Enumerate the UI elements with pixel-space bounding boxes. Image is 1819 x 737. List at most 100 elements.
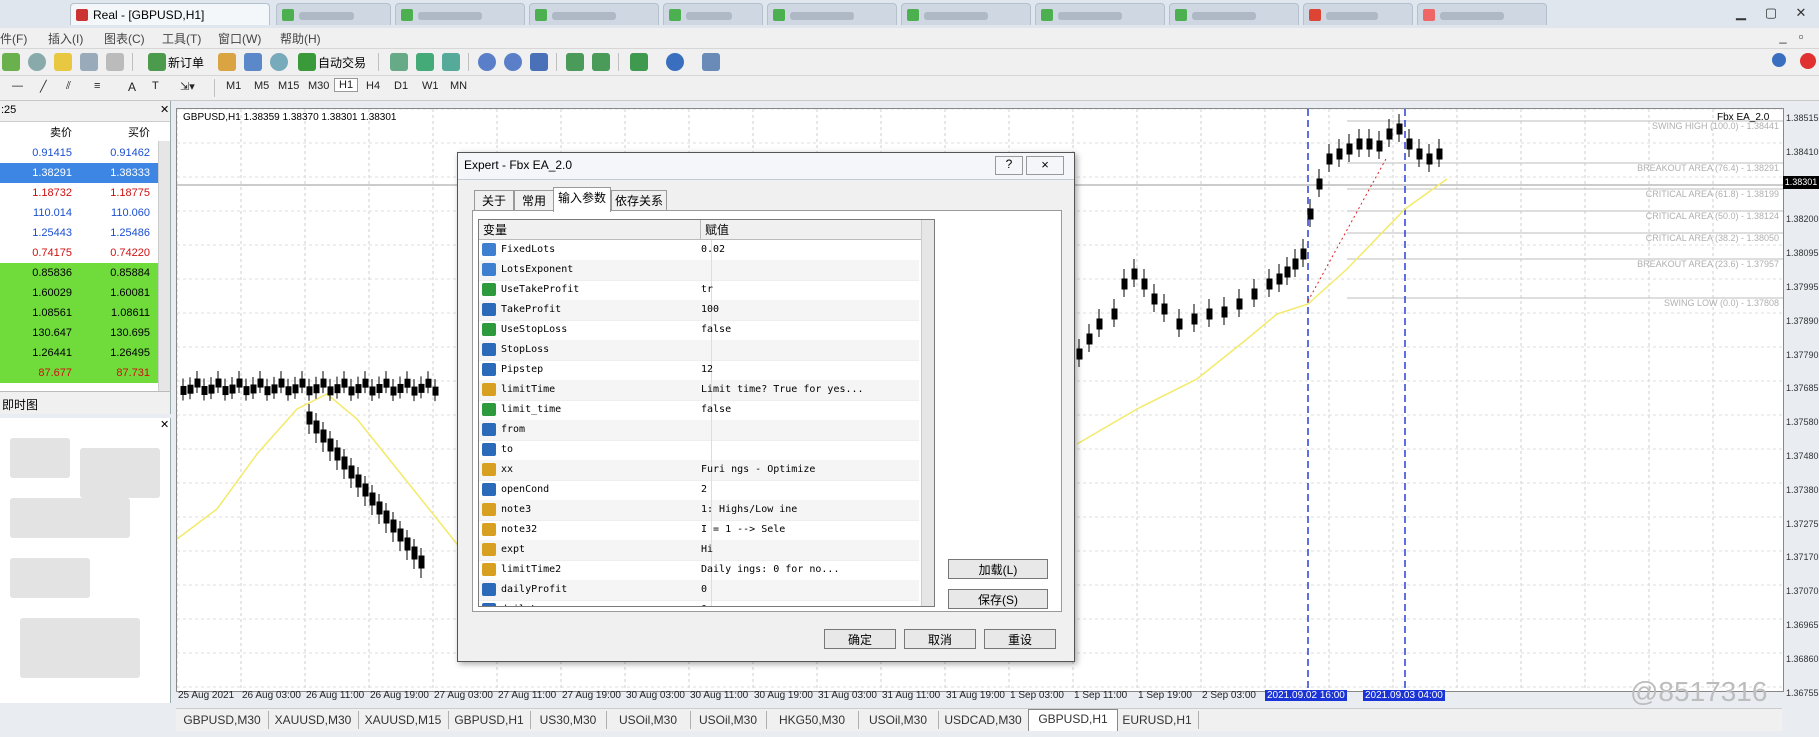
timeframe-h1[interactable]: H1: [334, 78, 359, 92]
parameter-value[interactable]: 100: [701, 300, 911, 320]
chart-tab[interactable]: XAUUSD,M30: [268, 711, 359, 729]
parameter-row[interactable]: UseTakeProfit tr: [479, 280, 919, 301]
chart-tab[interactable]: GBPUSD,H1: [448, 711, 531, 729]
parameter-value[interactable]: 0: [701, 580, 911, 600]
menu-window[interactable]: 窗口(W): [218, 30, 261, 47]
tab-blurred[interactable]: [1169, 3, 1299, 25]
market-watch-scrollbar[interactable]: [158, 141, 170, 391]
timeframe-h4[interactable]: H4: [366, 80, 380, 92]
cancel-button[interactable]: 取消: [904, 629, 976, 649]
parameter-value[interactable]: 1: Highs/Low ine: [701, 500, 911, 520]
market-watch-row[interactable]: 1.38291 1.38333: [0, 163, 158, 183]
search-icon[interactable]: [1772, 53, 1786, 67]
help-button[interactable]: ?: [995, 156, 1023, 175]
parameter-value[interactable]: 0: [701, 600, 911, 606]
timeframe-mn[interactable]: MN: [450, 80, 467, 92]
timeframe-m1[interactable]: M1: [226, 80, 241, 92]
parameter-value[interactable]: tr: [701, 280, 911, 300]
parameter-row[interactable]: openCond 2: [479, 480, 919, 501]
load-button[interactable]: 加载(L): [948, 559, 1048, 579]
parameter-row[interactable]: StopLoss: [479, 340, 919, 361]
bid-header[interactable]: 卖价: [50, 123, 72, 143]
tab-blurred[interactable]: [1417, 3, 1547, 25]
tab-tick-chart[interactable]: 即时图: [2, 396, 38, 413]
parameter-value[interactable]: 0.02: [701, 240, 911, 260]
menu-tools[interactable]: 工具(T): [162, 30, 201, 47]
menu-help[interactable]: 帮助(H): [280, 30, 321, 47]
zoom-in-icon[interactable]: [478, 53, 496, 71]
grid-scrollbar[interactable]: [921, 220, 934, 606]
dialog-close-button[interactable]: ×: [1026, 156, 1064, 175]
parameter-row[interactable]: dailyProfit 0: [479, 580, 919, 601]
tile-windows-icon[interactable]: [530, 53, 548, 71]
ok-button[interactable]: 确定: [824, 629, 896, 649]
favorites-icon[interactable]: [54, 53, 72, 71]
trendline-icon[interactable]: ╱: [40, 80, 47, 93]
chart-tab[interactable]: USOil,M30: [690, 711, 767, 729]
chart-tab[interactable]: GBPUSD,H1: [1028, 709, 1118, 731]
indicators-icon[interactable]: [630, 53, 648, 71]
chart-tab[interactable]: XAUUSD,M15: [358, 711, 449, 729]
timeframe-m5[interactable]: M5: [254, 80, 269, 92]
market-watch-row[interactable]: 1.18732 1.18775: [0, 183, 158, 203]
autoscroll-icon[interactable]: [592, 53, 610, 71]
market-watch-row[interactable]: 130.647 130.695: [0, 323, 158, 343]
navigator-icon[interactable]: [106, 53, 124, 71]
close-icon[interactable]: ✕: [160, 103, 169, 116]
market-watch-row[interactable]: 1.25443 1.25486: [0, 223, 158, 243]
tab-blurred[interactable]: [395, 3, 525, 25]
market-watch-row[interactable]: 0.74175 0.74220: [0, 243, 158, 263]
timeframe-m15[interactable]: M15: [278, 80, 299, 92]
chart-tab[interactable]: USDCAD,M30: [938, 711, 1029, 729]
parameter-row[interactable]: expt Hi: [479, 540, 919, 561]
parameter-value[interactable]: 2: [701, 480, 911, 500]
parameter-row[interactable]: limit_time false: [479, 400, 919, 421]
close-icon[interactable]: ✕: [1790, 4, 1812, 22]
chart-shift-icon[interactable]: [566, 53, 584, 71]
market-icon[interactable]: [270, 53, 288, 71]
child-restore-icon[interactable]: ▫: [1790, 28, 1812, 46]
parameter-row[interactable]: limitTime Limit time? True for yes...: [479, 380, 919, 401]
chart-tab[interactable]: HKG50,M30: [766, 711, 859, 729]
parameter-row[interactable]: FixedLots 0.02: [479, 240, 919, 261]
market-watch-row[interactable]: 1.26441 1.26495: [0, 343, 158, 363]
market-watch-row[interactable]: 1.08561 1.08611: [0, 303, 158, 323]
close-icon[interactable]: ✕: [160, 418, 169, 431]
tab-about[interactable]: 关于: [474, 190, 514, 211]
maximize-icon[interactable]: ▢: [1760, 4, 1782, 22]
market-watch-row[interactable]: 110.014 110.060: [0, 203, 158, 223]
parameter-row[interactable]: TakeProfit 100: [479, 300, 919, 321]
parameter-row[interactable]: to: [479, 440, 919, 461]
profiles-icon[interactable]: [28, 53, 46, 71]
notifications-icon[interactable]: [1800, 53, 1816, 69]
parameter-value[interactable]: Limit time? True for yes...: [701, 380, 911, 400]
save-button[interactable]: 保存(S): [948, 589, 1048, 609]
reset-button[interactable]: 重设: [984, 629, 1056, 649]
label-tool-icon[interactable]: T: [152, 80, 159, 92]
signals-icon[interactable]: [244, 53, 262, 71]
tab-blurred[interactable]: [901, 3, 1031, 25]
periods-icon[interactable]: [666, 53, 684, 71]
market-watch-row[interactable]: 87.677 87.731: [0, 363, 158, 383]
editor-icon[interactable]: [218, 53, 236, 71]
parameter-row[interactable]: xx Furi ngs - Optimize: [479, 460, 919, 481]
arrows-icon[interactable]: ⇲▾: [180, 80, 195, 93]
timeframe-w1[interactable]: W1: [422, 80, 439, 92]
tab-dependencies[interactable]: 依存关系: [611, 190, 667, 211]
parameter-row[interactable]: LotsExponent: [479, 260, 919, 281]
parameter-row[interactable]: note32 I = 1 --> Sele: [479, 520, 919, 541]
chart-tab[interactable]: EURUSD,H1: [1116, 711, 1199, 729]
horizontal-line-icon[interactable]: —: [12, 80, 23, 92]
zoom-out-icon[interactable]: [504, 53, 522, 71]
new-chart-icon[interactable]: [2, 53, 20, 71]
menu-charts[interactable]: 图表(C): [104, 30, 145, 47]
menu-insert[interactable]: 插入(I): [48, 30, 83, 47]
tab-active-terminal[interactable]: Real - [GBPUSD,H1]: [70, 3, 270, 25]
parameter-row[interactable]: limitTime2 Daily ings: 0 for no...: [479, 560, 919, 581]
parameter-value[interactable]: 12: [701, 360, 911, 380]
templates-icon[interactable]: [702, 53, 720, 71]
timeframe-d1[interactable]: D1: [394, 80, 408, 92]
chart-tab[interactable]: US30,M30: [530, 711, 607, 729]
timeframe-m30[interactable]: M30: [308, 80, 329, 92]
market-watch-row[interactable]: 0.85836 0.85884: [0, 263, 158, 283]
